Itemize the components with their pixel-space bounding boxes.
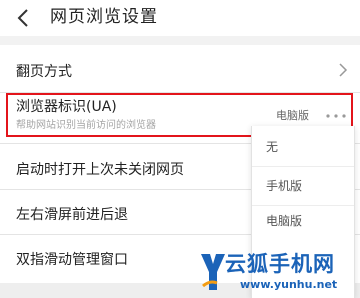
watermark-brand: 云狐手机网 (225, 252, 335, 276)
ua-subtitle: 帮助网站识别当前访问的浏览器 (16, 120, 156, 131)
more-dots-icon[interactable] (325, 113, 347, 119)
section-gap (0, 36, 360, 45)
two-finger-windows-label: 双指滑动管理窗口 (16, 252, 128, 268)
option-divider (252, 205, 354, 206)
watermark-url: www.yunhu.net (240, 278, 338, 291)
chevron-right-icon (339, 63, 348, 77)
page-turn-label: 翻页方式 (16, 64, 72, 80)
swipe-navigation-label: 左右滑屏前进后退 (16, 207, 128, 223)
page-title: 网页浏览设置 (50, 7, 158, 27)
ua-option-mobile[interactable]: 手机版 (266, 178, 302, 194)
restore-pages-label: 启动时打开上次未关闭网页 (16, 162, 184, 178)
ua-title: 浏览器标识(UA) (16, 99, 117, 115)
watermark: 云狐手机网 www.yunhu.net (200, 248, 360, 298)
option-divider (252, 166, 354, 167)
ua-option-desktop[interactable]: 电脑版 (266, 213, 302, 229)
watermark-logo-icon (201, 254, 225, 290)
header: 网页浏览设置 (0, 0, 360, 36)
ua-option-none[interactable]: 无 (266, 139, 278, 155)
setting-page-turn[interactable]: 翻页方式 (0, 45, 360, 93)
ua-current-value[interactable]: 电脑版 (276, 109, 309, 123)
back-arrow-icon[interactable] (14, 6, 34, 30)
